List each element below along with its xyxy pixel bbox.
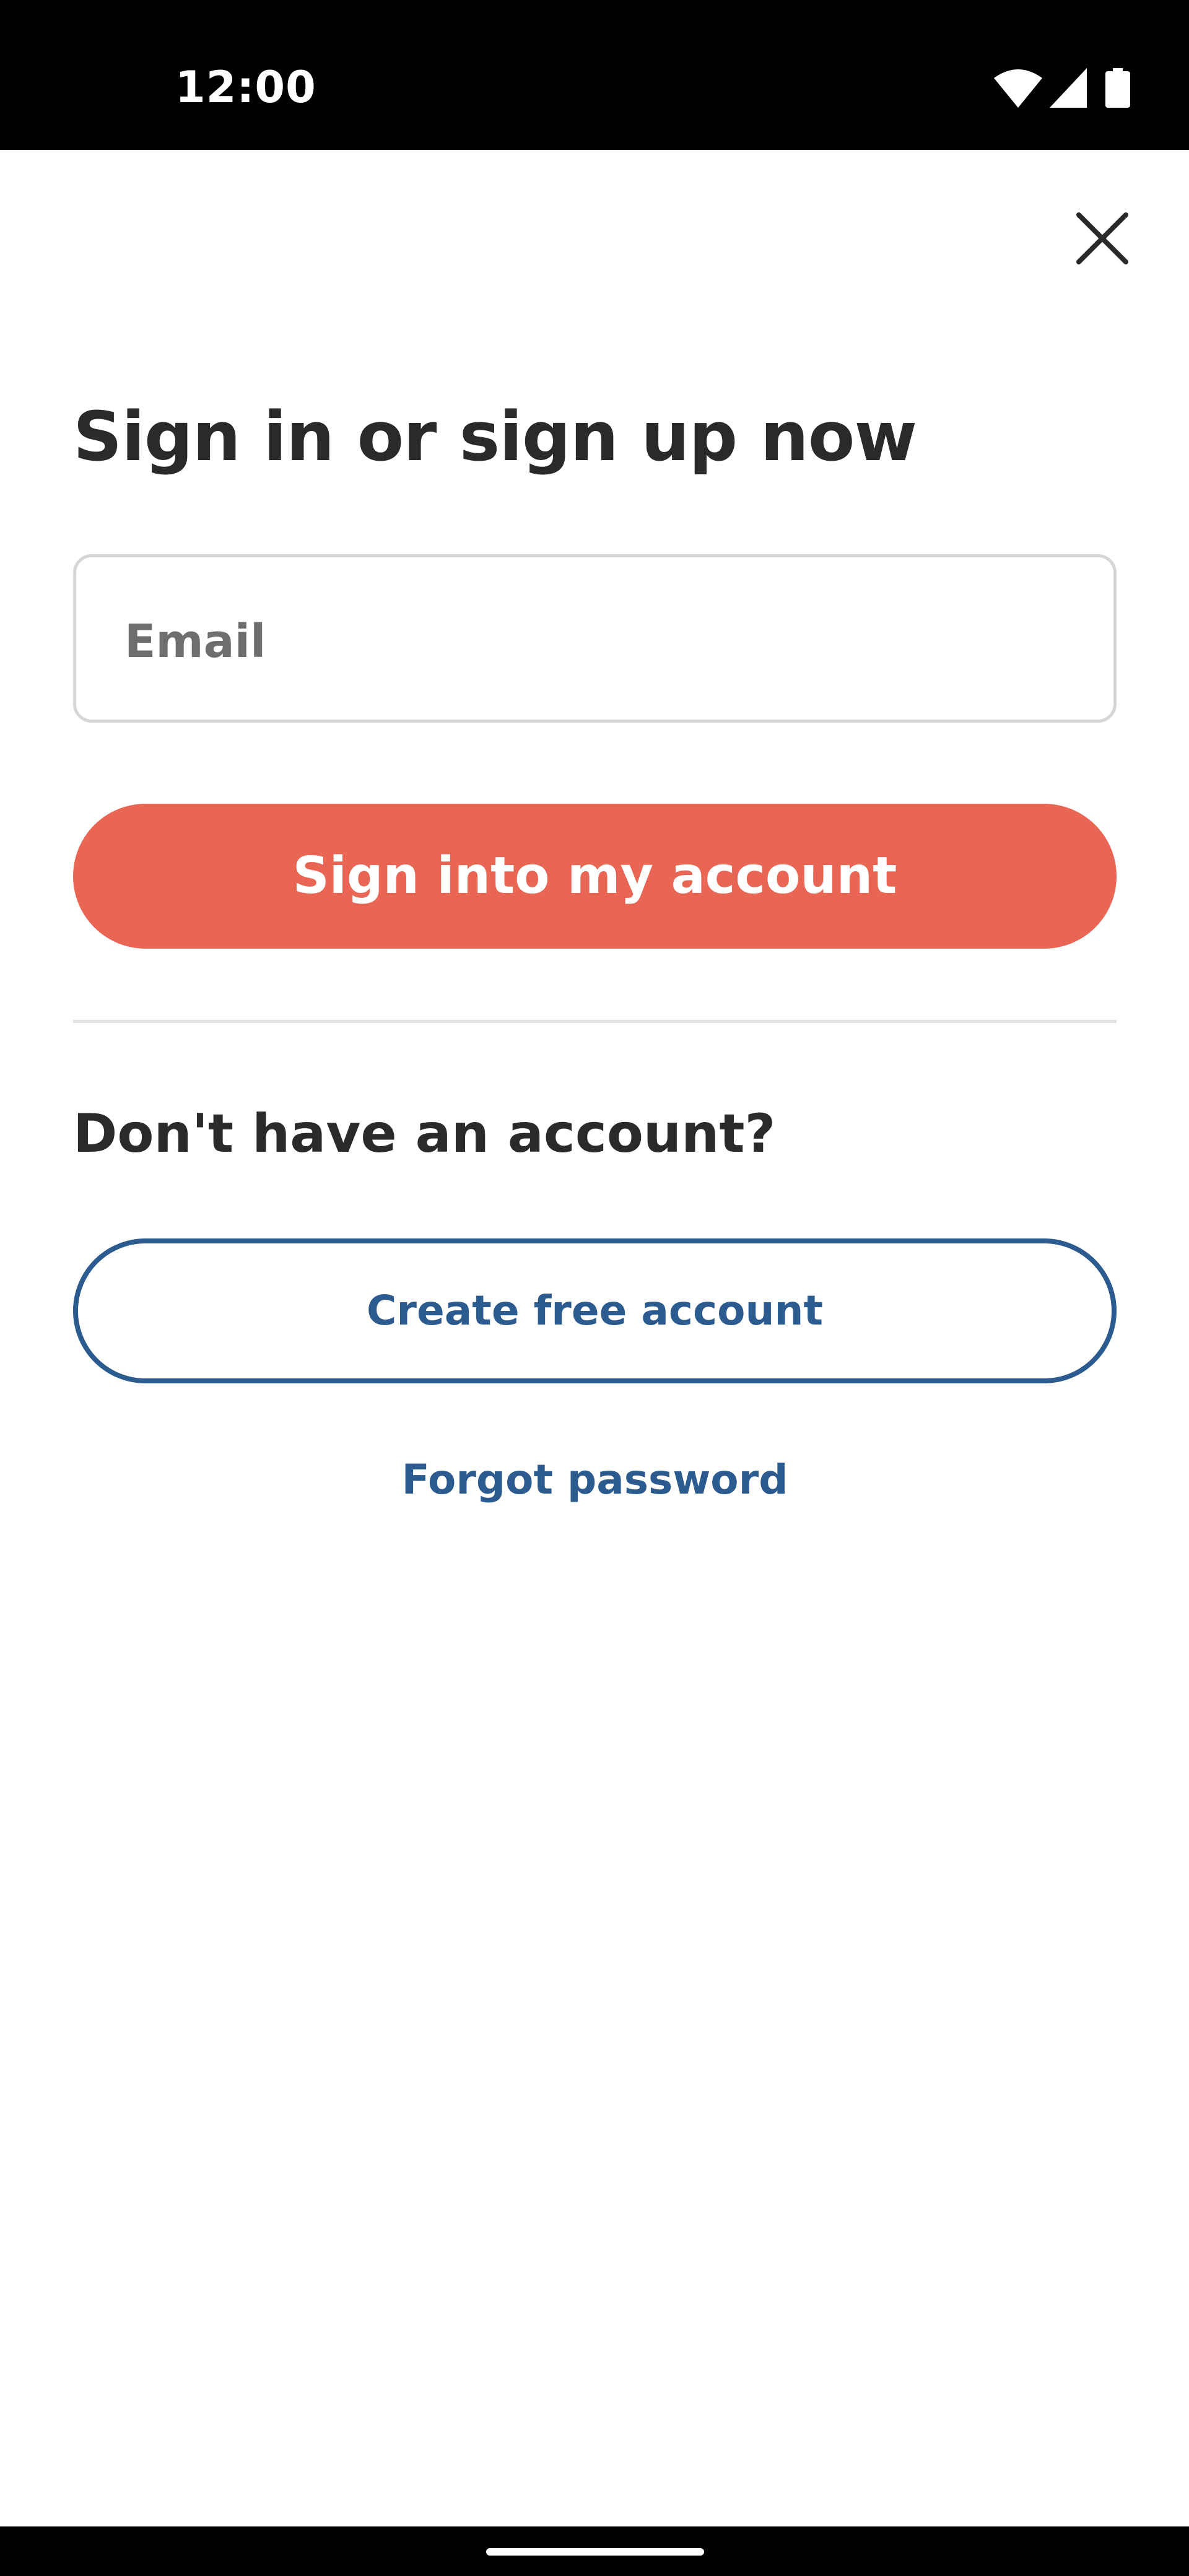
no-account-heading: Don't have an account? [73,1103,776,1165]
email-field[interactable]: Email [73,554,1117,723]
status-icons [994,68,1136,111]
forgot-password-link[interactable]: Forgot password [73,1452,1117,1508]
sign-in-button[interactable]: Sign into my account [73,804,1117,949]
status-bar: 12:00 [0,0,1189,150]
status-time: 12:00 [175,62,316,113]
cellular-signal-icon [1050,68,1087,108]
home-indicator[interactable] [486,2548,704,2556]
battery-icon [1105,68,1130,108]
navigation-bar [0,2526,1189,2576]
email-placeholder: Email [124,615,266,668]
close-icon [1076,212,1128,264]
sign-in-button-label: Sign into my account [292,846,897,905]
page-title: Sign in or sign up now [73,397,917,476]
close-button[interactable] [1062,198,1143,279]
wifi-icon [994,69,1042,108]
create-account-button-label: Create free account [367,1287,823,1334]
create-account-button[interactable]: Create free account [73,1238,1117,1383]
divider [73,1020,1117,1023]
